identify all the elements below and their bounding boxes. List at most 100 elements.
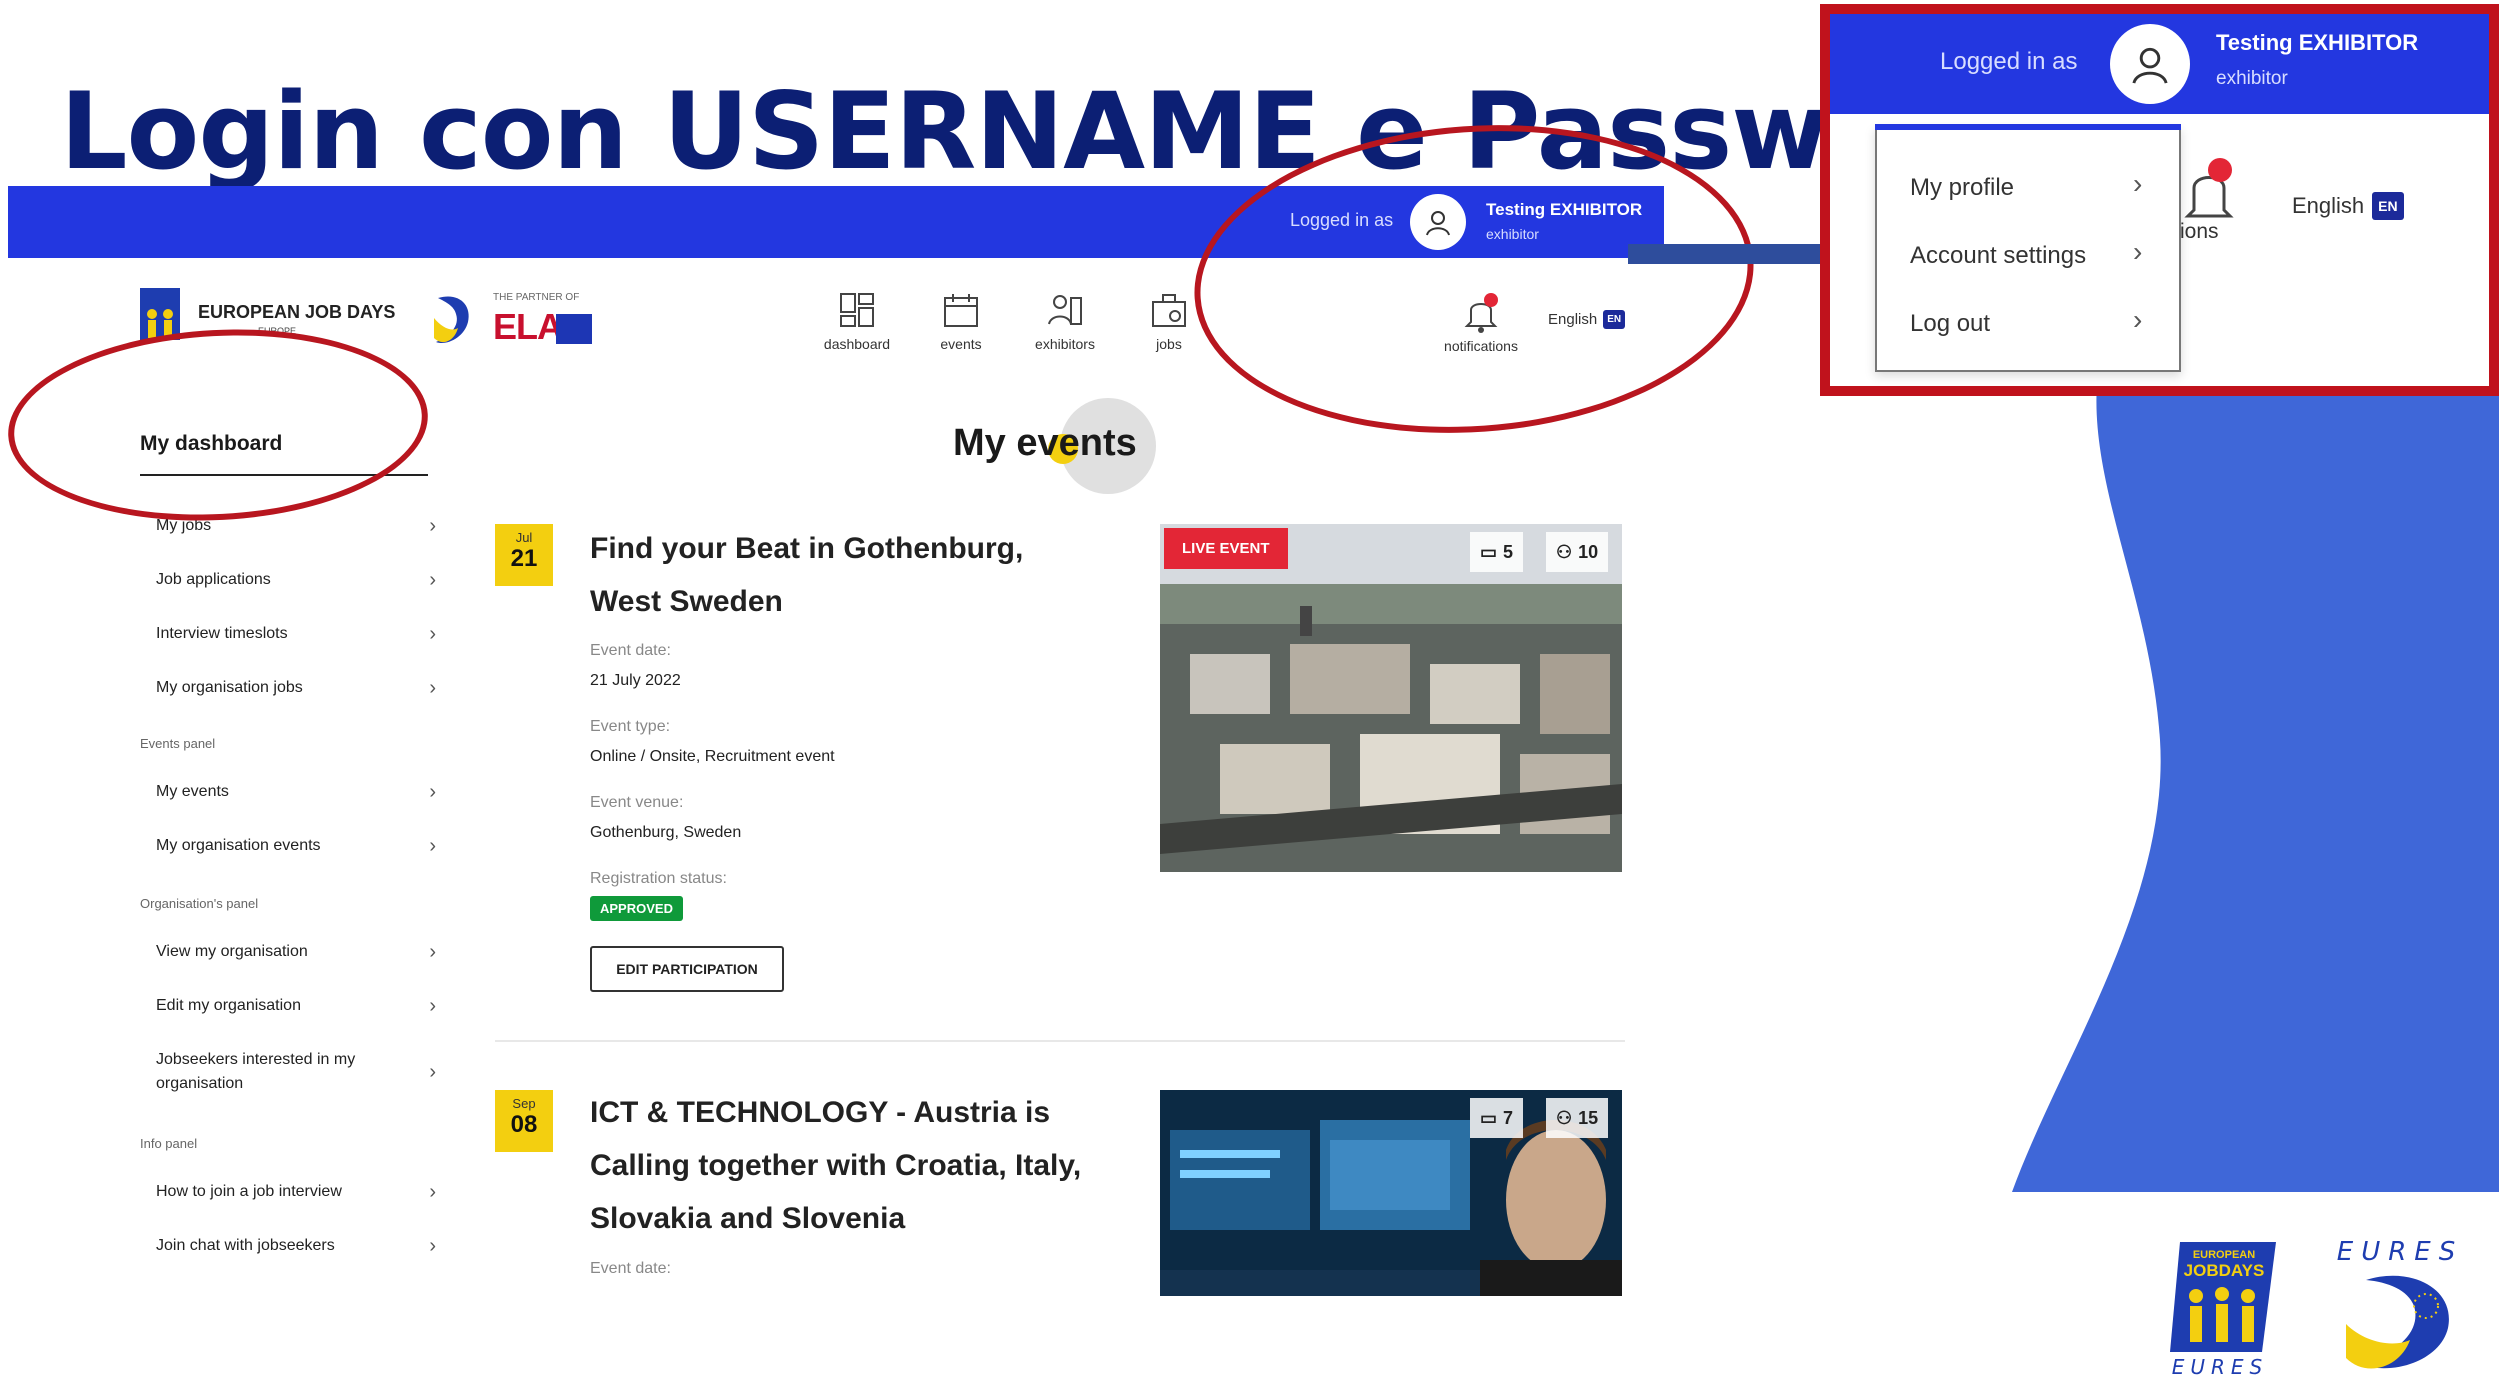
- menu-item-account-settings[interactable]: Account settings: [1910, 242, 2086, 270]
- employers-count: 7: [1503, 1107, 1514, 1128]
- sidebar-item-label: My events: [156, 783, 229, 800]
- exhibitors-icon: [1048, 295, 1082, 325]
- event-date-label: Event date:: [590, 1260, 671, 1277]
- bell-icon: [2184, 158, 2234, 218]
- chevron-right-icon: ›: [429, 1181, 436, 1203]
- event-image[interactable]: LIVE EVENT ▭ 5 ⚇ 10: [1160, 524, 1622, 872]
- sidebar-item-label: Edit my organisation: [156, 997, 301, 1014]
- sidebar-item-join-chat[interactable]: Join chat with jobseekers ›: [156, 1234, 436, 1258]
- sidebar-item-job-applications[interactable]: Job applications ›: [156, 568, 436, 592]
- inset-user-avatar[interactable]: [2110, 24, 2190, 104]
- sidebar-item-label: How to join a job interview: [156, 1183, 342, 1200]
- event-image[interactable]: ▭ 7 ⚇ 15: [1160, 1090, 1622, 1296]
- organisation-panel-heading: Organisation's panel: [140, 896, 259, 911]
- eures-logo: [434, 296, 469, 344]
- european-job-days-footer-logo: EUROPEAN JOBDAYS EURES: [2170, 1242, 2276, 1378]
- menu-item-log-out[interactable]: Log out: [1910, 310, 1990, 338]
- partner-label: THE PARTNER OF: [493, 292, 580, 303]
- sidebar-item-label: Job applications: [156, 571, 271, 588]
- nav-label: jobs: [1156, 336, 1182, 352]
- ejd-logo-top-text: EUROPEAN: [2193, 1249, 2255, 1261]
- ejd-logo-text: EUROPEAN JOB DAYS: [198, 302, 396, 322]
- nav-exhibitors[interactable]: exhibitors: [1020, 290, 1110, 354]
- sidebar-item-label: My organisation jobs: [156, 679, 303, 696]
- event-date-badge: Sep 08: [495, 1090, 553, 1152]
- event-month: Sep: [512, 1096, 536, 1111]
- event-date-badge: Jul 21: [495, 524, 553, 586]
- sidebar-item-interview-timeslots[interactable]: Interview timeslots ›: [156, 622, 436, 646]
- employers-count: 5: [1503, 541, 1514, 562]
- sidebar-item-label: View my organisation: [156, 943, 308, 960]
- nav-dashboard[interactable]: dashboard: [812, 290, 902, 354]
- user-icon: [2132, 47, 2168, 84]
- dashboard-icon: [840, 293, 874, 327]
- jobs-count: 15: [1578, 1107, 1599, 1128]
- sidebar-item-my-organisation-events[interactable]: My organisation events ›: [156, 834, 436, 858]
- inset-user-role: exhibitor: [2216, 68, 2288, 89]
- eures-word-text: EURES: [2172, 1355, 2269, 1378]
- sidebar-item-label: Jobseekers interested in my organisation: [156, 1051, 356, 1092]
- event-card: Jul 21 Find your Beat in Gothenburg, Wes…: [495, 524, 1625, 1024]
- eu-flag-icon: [556, 314, 592, 344]
- chevron-right-icon: ›: [429, 835, 436, 857]
- event-date-value: 21 July 2022: [590, 672, 681, 689]
- nav-label: events: [940, 336, 982, 352]
- language-label: English: [2292, 193, 2365, 218]
- event-day: 08: [510, 1111, 538, 1138]
- inset-user-name[interactable]: Testing EXHIBITOR: [2216, 30, 2418, 56]
- chevron-right-icon: ›: [429, 515, 436, 537]
- sidebar-item-how-to-join-interview[interactable]: How to join a job interview ›: [156, 1180, 436, 1204]
- event-day: 21: [510, 545, 538, 572]
- event-type-value: Online / Onsite, Recruitment event: [590, 748, 835, 765]
- sidebar-item-jobseekers-interested[interactable]: Jobseekers interested in my organisation…: [156, 1048, 436, 1096]
- briefcase-icon: ▭: [1480, 541, 1498, 562]
- people-icon: ⚇: [1556, 1107, 1573, 1128]
- chevron-right-icon: ›: [429, 623, 436, 645]
- sidebar-item-my-organisation-jobs[interactable]: My organisation jobs ›: [156, 676, 436, 700]
- briefcase-icon: ▭: [1480, 1107, 1498, 1128]
- edit-participation-button[interactable]: EDIT PARTICIPATION: [590, 946, 784, 992]
- jobs-count: 10: [1578, 541, 1599, 562]
- info-panel-heading: Info panel: [140, 1136, 198, 1151]
- menu-accent-bar: [1875, 124, 2181, 130]
- sidebar-item-label: Join chat with jobseekers: [156, 1237, 335, 1254]
- employers-count-badge: ▭ 7: [1470, 1098, 1524, 1138]
- eures-footer-logo: EURES: [2337, 1237, 2455, 1369]
- language-code-badge: EN: [2372, 192, 2404, 220]
- ejd-logo-main-text: JOBDAYS: [2184, 1261, 2265, 1280]
- employers-count-badge: ▭ 5: [1470, 532, 1524, 572]
- registration-status-label: Registration status:: [590, 870, 727, 887]
- chevron-right-icon: ›: [429, 677, 436, 699]
- event-month: Jul: [515, 530, 533, 545]
- chevron-right-icon: ›: [429, 995, 436, 1017]
- event-divider: [495, 1040, 1625, 1042]
- sidebar-item-label: My organisation events: [156, 837, 321, 854]
- event-card: Sep 08 ICT & TECHNOLOGY - Austria is Cal…: [495, 1090, 1625, 1296]
- sidebar-item-view-my-organisation[interactable]: View my organisation ›: [156, 940, 436, 964]
- sidebar-item-my-events[interactable]: My events ›: [156, 780, 436, 804]
- nav-label: dashboard: [823, 336, 891, 352]
- event-date-label: Event date:: [590, 642, 671, 659]
- menu-item-my-profile[interactable]: My profile: [1910, 174, 2014, 202]
- chevron-right-icon: ›: [429, 1061, 436, 1083]
- nav-label: exhibitors: [1035, 336, 1095, 352]
- event-type-label: Event type:: [590, 718, 671, 735]
- jobs-count-badge: ⚇ 15: [1546, 1098, 1609, 1138]
- chevron-right-icon: ›: [2133, 236, 2143, 267]
- chevron-right-icon: ›: [429, 941, 436, 963]
- ela-logo: ELA: [493, 306, 563, 347]
- sidebar-item-edit-my-organisation[interactable]: Edit my organisation ›: [156, 994, 436, 1018]
- chevron-right-icon: ›: [429, 1235, 436, 1257]
- live-event-badge: LIVE EVENT: [1164, 528, 1288, 569]
- event-venue-value: Gothenburg, Sweden: [590, 824, 742, 841]
- inset-logged-in-label: Logged in as: [1940, 48, 2078, 75]
- zoomed-user-menu: Logged in as Testing EXHIBITOR exhibitor…: [1820, 4, 2499, 396]
- event-title[interactable]: Find your Beat in Gothenburg, West Swede…: [590, 522, 1090, 628]
- events-panel-heading: Events panel: [140, 736, 216, 751]
- event-title[interactable]: ICT & TECHNOLOGY - Austria is Calling to…: [590, 1086, 1090, 1245]
- inset-language-selector[interactable]: English EN: [2292, 192, 2404, 220]
- jobs-count-badge: ⚇ 10: [1546, 532, 1609, 572]
- status-badge: APPROVED: [590, 896, 683, 921]
- nav-events[interactable]: events: [916, 290, 1006, 354]
- chevron-right-icon: ›: [429, 569, 436, 591]
